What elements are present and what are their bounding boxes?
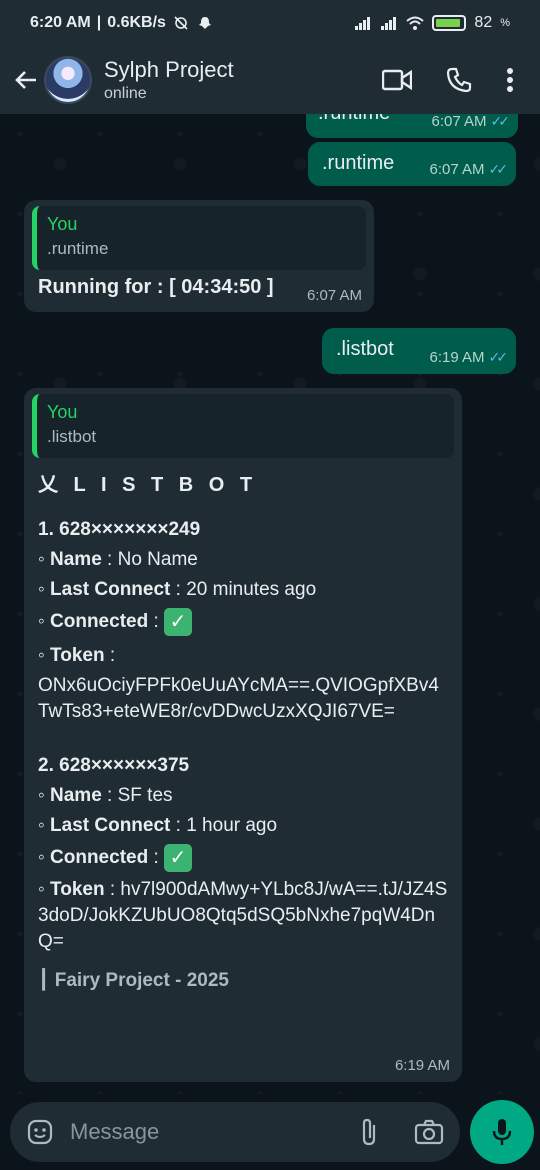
message-time: 6:07 AM bbox=[431, 114, 487, 130]
message-text: .listbot bbox=[336, 338, 394, 360]
bot-last-connect: : 1 hour ago bbox=[170, 815, 278, 836]
bot-name: : No Name bbox=[101, 549, 198, 570]
check-mark-icon: ✓ bbox=[164, 843, 193, 872]
bot-last-connect: : 20 minutes ago bbox=[170, 579, 317, 600]
message-time: 6:07 AM bbox=[306, 287, 362, 304]
avatar[interactable] bbox=[44, 56, 92, 104]
mic-icon bbox=[492, 1119, 512, 1145]
bot-entry: 1. 628×××××××249 ◦ Name : No Name ◦ Last… bbox=[38, 515, 448, 725]
quote-text: .listbot bbox=[47, 427, 97, 446]
video-call-icon[interactable] bbox=[382, 68, 412, 92]
bot-number: 1. 628×××××××249 bbox=[38, 519, 201, 540]
message-time: 6:07 AM bbox=[429, 161, 485, 178]
quote-author: You bbox=[47, 214, 78, 234]
check-mark-icon: ✓ bbox=[164, 607, 193, 636]
message-bubble-in[interactable]: You .listbot 乂 L I S T B O T 1. 628×××××… bbox=[24, 388, 462, 1082]
alarm-off-icon bbox=[174, 16, 188, 30]
more-vert-icon[interactable] bbox=[506, 67, 514, 93]
message-input-bar[interactable]: Message bbox=[10, 1102, 460, 1162]
mic-button[interactable] bbox=[470, 1100, 534, 1164]
network-speed: 0.6KB/s bbox=[107, 14, 166, 31]
message-input[interactable]: Message bbox=[70, 1119, 159, 1145]
status-time: 6:20 AM bbox=[30, 14, 91, 31]
snapchat-icon bbox=[198, 17, 211, 29]
chat-header: Sylph Project online bbox=[0, 46, 540, 114]
battery-icon bbox=[432, 15, 467, 31]
bot-number: 2. 628××××××375 bbox=[38, 755, 190, 776]
message-bubble-out[interactable]: .listbot 6:19 AM ✓✓ bbox=[322, 328, 516, 374]
message-text: Running for : [ 04:34:50 ] bbox=[38, 276, 274, 298]
status-bar: 6:20 AM | 0.6KB/s 82% bbox=[0, 0, 540, 46]
camera-icon[interactable] bbox=[414, 1119, 444, 1145]
battery-level: 82 bbox=[474, 14, 493, 31]
quoted-message[interactable]: You .listbot bbox=[32, 394, 454, 458]
message-text: .runtime bbox=[318, 114, 390, 125]
emoji-icon[interactable] bbox=[26, 1118, 54, 1146]
message-time: 6:19 AM bbox=[394, 1057, 450, 1074]
message-text: .runtime bbox=[322, 152, 395, 174]
contact-info[interactable]: Sylph Project online bbox=[104, 57, 234, 103]
read-receipt-icon: ✓✓ bbox=[488, 349, 509, 365]
bot-entry: 2. 628××××××375 ◦ Name : SF tes ◦ Last C… bbox=[38, 751, 448, 955]
read-receipt-icon: ✓✓ bbox=[488, 161, 509, 177]
quote-text: .runtime bbox=[47, 239, 109, 258]
chat-title: Sylph Project bbox=[104, 57, 234, 82]
quoted-message[interactable]: You .runtime bbox=[32, 206, 366, 270]
arrow-left-icon[interactable] bbox=[12, 66, 40, 94]
message-bubble-in[interactable]: You .runtime Running for : [ 04:34:50 ] … bbox=[24, 200, 374, 312]
message-time: 6:19 AM bbox=[429, 349, 485, 366]
quote-author: You bbox=[47, 402, 78, 422]
message-bubble-out[interactable]: .runtime 6:07 AM✓✓ bbox=[308, 142, 516, 186]
read-receipt-icon: ✓✓ bbox=[490, 114, 511, 129]
chat-status: online bbox=[104, 85, 147, 102]
message-bubble-out[interactable]: .runtime 6:07 AM✓✓ bbox=[306, 114, 518, 138]
listbot-title: 乂 L I S T B O T bbox=[38, 474, 258, 496]
signal-2-icon bbox=[381, 17, 397, 30]
phone-icon[interactable] bbox=[446, 67, 472, 93]
paperclip-icon[interactable] bbox=[358, 1117, 380, 1147]
signal-icon bbox=[355, 17, 371, 30]
wifi-icon bbox=[406, 16, 425, 30]
bot-token: ONx6uOciyFPFk0eUuAYcMA==.QVIOGpfXBv4TwTs… bbox=[38, 675, 439, 722]
footer-text: ┃ Fairy Project - 2025 bbox=[38, 970, 229, 991]
chat-area[interactable]: .runtime 6:07 AM✓✓ .runtime 6:07 AM✓✓ Yo… bbox=[0, 114, 540, 1094]
bot-name: : SF tes bbox=[101, 785, 173, 806]
